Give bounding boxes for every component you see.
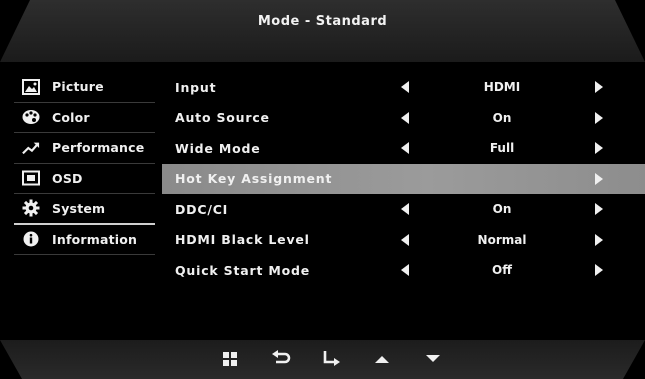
setting-row-quick-start-mode[interactable]: Quick Start Mode Off xyxy=(162,255,645,286)
back-icon[interactable] xyxy=(270,348,292,370)
mode-title: Mode - Standard xyxy=(257,14,388,29)
setting-label: Quick Start Mode xyxy=(175,262,311,278)
sidebar-item-label: Color xyxy=(52,109,90,125)
setting-row-hot-key-assignment[interactable]: Hot Key Assignment xyxy=(162,163,645,194)
sidebar-item-label: System xyxy=(52,200,106,216)
sidebar-item-label: OSD xyxy=(52,170,83,186)
right-arrow-icon[interactable] xyxy=(595,172,603,185)
setting-value: HDMI xyxy=(483,80,521,95)
right-arrow-icon[interactable] xyxy=(595,264,603,277)
palette-icon xyxy=(22,108,40,126)
header-bar xyxy=(0,0,645,62)
setting-value: Normal xyxy=(477,232,527,247)
up-arrow-icon[interactable] xyxy=(371,348,393,370)
menu-grid-icon[interactable] xyxy=(219,348,241,370)
left-arrow-icon[interactable] xyxy=(401,81,409,94)
left-arrow-icon[interactable] xyxy=(401,233,409,246)
right-arrow-icon[interactable] xyxy=(595,142,603,155)
setting-row-ddc-ci[interactable]: DDC/CI On xyxy=(162,194,645,225)
bottom-bevel-right xyxy=(623,340,645,379)
header-bevel-left xyxy=(0,0,30,62)
setting-label: Auto Source xyxy=(175,110,270,126)
sidebar-item-label: Picture xyxy=(52,79,104,95)
down-arrow-icon[interactable] xyxy=(422,348,444,370)
left-arrow-icon[interactable] xyxy=(401,264,409,277)
right-arrow-icon[interactable] xyxy=(595,203,603,216)
setting-row-wide-mode[interactable]: Wide Mode Full xyxy=(162,133,645,164)
performance-icon xyxy=(22,139,40,157)
info-icon xyxy=(22,230,40,248)
sidebar-item-picture[interactable]: Picture xyxy=(14,72,155,103)
setting-label: Hot Key Assignment xyxy=(175,171,333,187)
setting-value: On xyxy=(492,202,512,217)
setting-value: Full xyxy=(489,141,515,156)
setting-label: DDC/CI xyxy=(175,201,229,217)
sidebar-item-label: Information xyxy=(52,231,138,247)
left-arrow-icon[interactable] xyxy=(401,142,409,155)
picture-icon xyxy=(22,78,40,96)
left-arrow-icon[interactable] xyxy=(401,111,409,124)
setting-value: Off xyxy=(492,263,512,278)
sidebar-item-performance[interactable]: Performance xyxy=(14,133,155,164)
header-bevel-right xyxy=(615,0,645,62)
setting-label: Wide Mode xyxy=(175,140,261,156)
sidebar-menu: Picture Color Performance OSD System Inf… xyxy=(14,72,155,255)
right-arrow-icon[interactable] xyxy=(595,111,603,124)
bottom-bevel-left xyxy=(0,340,22,379)
setting-value: On xyxy=(492,110,512,125)
setting-row-input[interactable]: Input HDMI xyxy=(162,72,645,103)
settings-list: Input HDMI Auto Source On Wide Mode Full… xyxy=(162,72,645,286)
monitor-osd: Mode - Standard Picture Color Performanc… xyxy=(0,0,645,379)
enter-icon[interactable] xyxy=(320,348,342,370)
sidebar-item-information[interactable]: Information xyxy=(14,225,155,255)
sidebar-item-osd[interactable]: OSD xyxy=(14,164,155,194)
left-arrow-icon[interactable] xyxy=(401,203,409,216)
setting-label: HDMI Black Level xyxy=(175,232,310,248)
setting-row-auto-source[interactable]: Auto Source On xyxy=(162,103,645,134)
sidebar-item-system[interactable]: System xyxy=(14,194,155,225)
right-arrow-icon[interactable] xyxy=(595,81,603,94)
setting-row-hdmi-black-level[interactable]: HDMI Black Level Normal xyxy=(162,225,645,256)
gear-icon xyxy=(22,199,40,217)
sidebar-item-label: Performance xyxy=(52,140,145,156)
right-arrow-icon[interactable] xyxy=(595,233,603,246)
osd-icon xyxy=(22,169,40,187)
sidebar-item-color[interactable]: Color xyxy=(14,103,155,133)
setting-label: Input xyxy=(175,79,217,95)
